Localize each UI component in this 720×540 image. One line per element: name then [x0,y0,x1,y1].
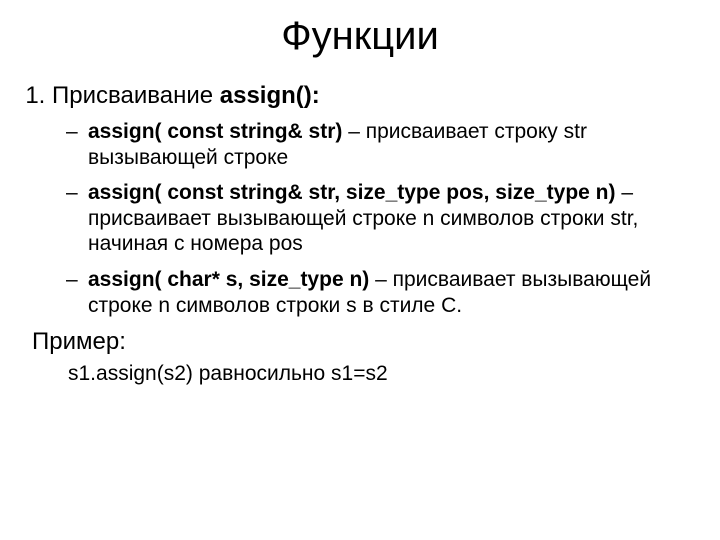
signature: assign( const string& str) [88,120,342,143]
item-strong: assign(): [220,82,320,109]
sub-list: assign( const string& str) – присваивает… [52,119,696,318]
example-label: Пример: [32,328,696,356]
ordered-list: Присваивание assign(): assign( const str… [24,81,696,318]
list-item-assign: Присваивание assign(): assign( const str… [52,81,696,318]
signature: assign( char* s, size_type n) [88,268,369,291]
signature: assign( const string& str, size_type pos… [88,181,615,204]
overload-item: assign( const string& str, size_type pos… [66,180,696,257]
slide: Функции Присваивание assign(): assign( c… [0,0,720,540]
item-lead: Присваивание [52,82,220,109]
overload-item: assign( const string& str) – присваивает… [66,119,696,170]
example-body: s1.assign(s2) равносильно s1=s2 [68,362,696,386]
slide-title: Функции [24,14,696,59]
overload-item: assign( char* s, size_type n) – присваив… [66,267,696,318]
